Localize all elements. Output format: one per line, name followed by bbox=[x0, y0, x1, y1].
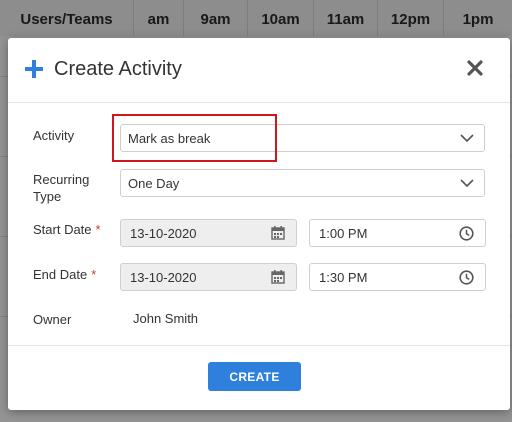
owner-label: Owner bbox=[33, 312, 72, 327]
modal-header: Create Activity bbox=[8, 38, 510, 103]
create-button[interactable]: CREATE bbox=[208, 362, 301, 391]
start-date-label: Start Date * bbox=[33, 221, 101, 238]
create-activity-modal: Create Activity Activity Mark as break R… bbox=[8, 38, 510, 410]
end-date-value: 13-10-2020 bbox=[130, 270, 197, 285]
start-date-field[interactable]: 13-10-2020 bbox=[120, 219, 297, 247]
activity-label: Activity bbox=[33, 128, 75, 143]
end-time-value: 1:30 PM bbox=[319, 270, 368, 285]
end-date-field[interactable]: 13-10-2020 bbox=[120, 263, 297, 291]
clock-icon bbox=[459, 270, 474, 285]
owner-value: John Smith bbox=[133, 311, 199, 326]
plus-icon bbox=[25, 60, 43, 78]
recurring-type-label: Recurring Type bbox=[33, 172, 90, 204]
chevron-down-icon bbox=[460, 134, 474, 143]
close-icon[interactable] bbox=[467, 60, 483, 76]
clock-icon bbox=[459, 226, 474, 241]
recurring-type-value: One Day bbox=[128, 176, 180, 191]
end-date-label: End Date * bbox=[33, 266, 96, 283]
start-date-label-text: Start Date bbox=[33, 222, 92, 237]
chevron-down-icon bbox=[460, 179, 474, 188]
recurring-type-select[interactable]: One Day bbox=[120, 169, 485, 197]
calendar-icon[interactable] bbox=[271, 270, 285, 284]
start-time-value: 1:00 PM bbox=[319, 226, 368, 241]
end-time-field[interactable]: 1:30 PM bbox=[309, 263, 486, 291]
start-time-field[interactable]: 1:00 PM bbox=[309, 219, 486, 247]
footer-divider bbox=[8, 345, 510, 346]
required-asterisk: * bbox=[91, 267, 97, 282]
activity-select[interactable]: Mark as break bbox=[120, 124, 485, 152]
activity-value: Mark as break bbox=[128, 131, 211, 146]
end-date-label-text: End Date bbox=[33, 267, 88, 282]
modal-title: Create Activity bbox=[54, 58, 182, 80]
calendar-icon[interactable] bbox=[271, 226, 285, 240]
start-date-value: 13-10-2020 bbox=[130, 226, 197, 241]
required-asterisk: * bbox=[95, 222, 101, 237]
